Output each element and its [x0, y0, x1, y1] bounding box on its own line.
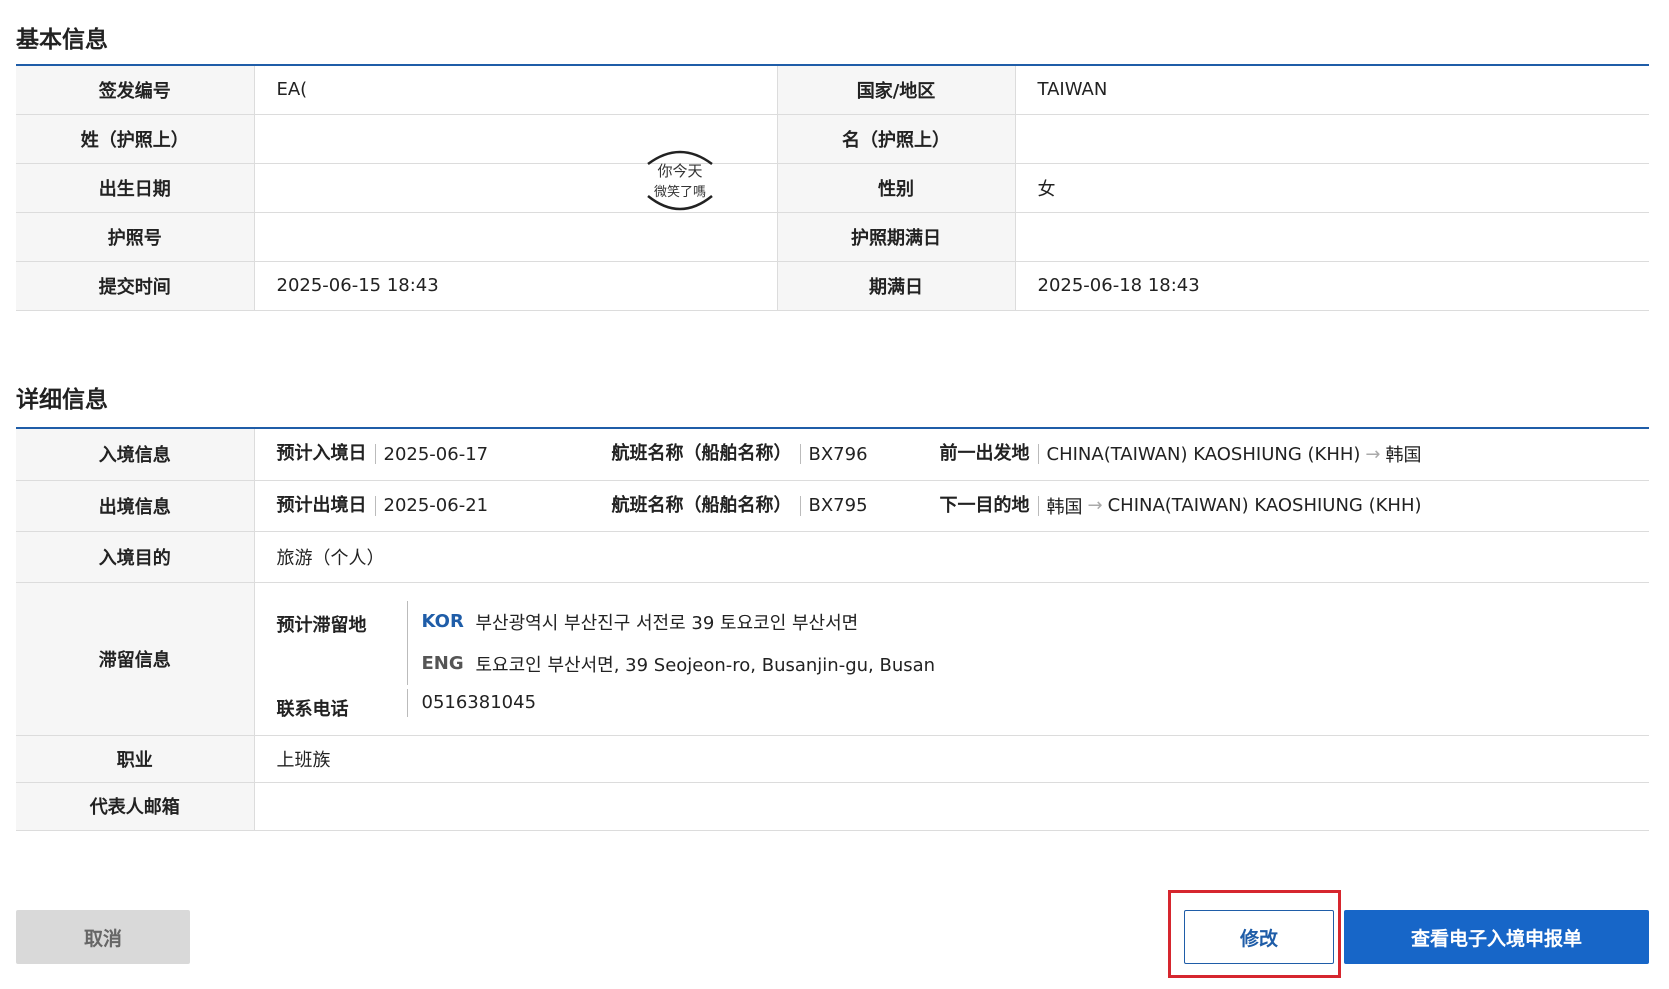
field-value — [1014, 114, 1649, 164]
cancel-button[interactable]: 取消 — [16, 910, 190, 964]
stay-place-key: 预计滞留地 — [276, 614, 367, 636]
stay-info-row: 滞留信息 预计滞留地 KOR 부산광역시 부산진구 서전로 39 토요코인 부산… — [16, 582, 1649, 736]
arrow-right-icon: → — [1087, 495, 1103, 516]
field-value — [253, 163, 777, 213]
exit-route-key: 下一目的地 — [940, 495, 1039, 516]
basic-info-table: 签发编号 EA(国家/地区 TAIWAN 姓（护照上） 名（护照上） 出生日期 性别女护照号… — [16, 64, 1649, 311]
phone-value: 0516381045 — [406, 688, 536, 717]
stay-info-label: 滞留信息 — [16, 582, 254, 736]
entry-route-from: CHINA(TAIWAN) KAOSHIUNG (KHH) — [1046, 443, 1361, 465]
arrow-right-icon: → — [1365, 443, 1381, 465]
exit-date-key: 预计出境日 — [277, 495, 376, 516]
field-label: 国家/地区 — [776, 65, 1015, 115]
job-label: 职业 — [16, 735, 254, 783]
field-value: 女 — [1014, 163, 1649, 213]
exit-route-to: CHINA(TAIWAN) KAOSHIUNG (KHH) — [1107, 495, 1422, 516]
detail-info-title: 详细信息 — [16, 387, 108, 413]
purpose-value: 旅游（个人） — [253, 531, 1649, 583]
basic-info-row: 签发编号 EA(国家/地区 TAIWAN — [16, 65, 1649, 115]
exit-info-label: 出境信息 — [16, 480, 254, 532]
exit-info-row: 出境信息 预计出境日 2025-06-21 航班名称（船舶名称） BX795 下… — [16, 480, 1649, 532]
field-label: 护照期满日 — [776, 212, 1015, 262]
field-label: 提交时间 — [16, 261, 254, 311]
job-row: 职业 上班族 — [16, 735, 1649, 783]
entry-date-key: 预计入境日 — [277, 444, 376, 465]
phone-key: 联系电话 — [276, 698, 349, 720]
field-value: EA( — [253, 65, 777, 115]
basic-info-row: 姓（护照上） 名（护照上） — [16, 114, 1649, 164]
field-value — [253, 212, 777, 262]
field-value — [253, 114, 777, 164]
exit-flight-key: 航班名称（船舶名称） — [612, 495, 801, 516]
field-value: 2025-06-15 18:43 — [253, 261, 777, 311]
field-value: 2025-06-18 18:43 — [1014, 261, 1649, 311]
entry-date-value: 2025-06-17 — [383, 443, 489, 465]
field-label: 性别 — [776, 163, 1015, 213]
view-e-arrival-card-button[interactable]: 查看电子入境申报单 — [1344, 910, 1649, 964]
entry-info-label: 入境信息 — [16, 428, 254, 481]
eng-address: 토요코인 부산서면, 39 Seojeon-ro, Busanjin-gu, B… — [475, 654, 936, 676]
exit-date-value: 2025-06-21 — [383, 495, 489, 516]
basic-info-row: 出生日期 性别女 — [16, 163, 1649, 213]
kor-address: 부산광역시 부산진구 서전로 39 토요코인 부산서면 — [475, 612, 859, 634]
exit-flight-value: BX795 — [808, 495, 868, 516]
field-label: 姓（护照上） — [16, 114, 254, 164]
email-label: 代表人邮箱 — [16, 782, 254, 831]
modify-button[interactable]: 修改 — [1184, 910, 1334, 964]
basic-info-title: 基本信息 — [16, 27, 108, 53]
entry-flight-key: 航班名称（船舶名称） — [612, 444, 801, 465]
entry-info-row: 入境信息 预计入境日 2025-06-17 航班名称（船舶名称） BX796 前… — [16, 428, 1649, 481]
kor-tag: KOR — [421, 611, 464, 632]
entry-route-to: 韩国 — [1385, 445, 1422, 467]
purpose-label: 入境目的 — [16, 531, 254, 583]
field-value: TAIWAN — [1014, 65, 1649, 115]
purpose-row: 入境目的 旅游（个人） — [16, 531, 1649, 583]
basic-info-row: 护照号 护照期满日 — [16, 212, 1649, 262]
entry-flight-value: BX796 — [808, 443, 868, 465]
field-label: 签发编号 — [16, 65, 254, 115]
basic-info-row: 提交时间 2025-06-15 18:43 期满日 2025-06-18 18:43 — [16, 261, 1649, 311]
field-value — [1014, 212, 1649, 262]
field-label: 护照号 — [16, 212, 254, 262]
field-label: 名（护照上） — [776, 114, 1015, 164]
field-label: 出生日期 — [16, 163, 254, 213]
email-row: 代表人邮箱 — [16, 782, 1649, 831]
exit-route-from: 韩国 — [1046, 496, 1083, 518]
eng-tag: ENG — [421, 653, 464, 674]
field-label: 期满日 — [776, 261, 1015, 311]
entry-route-key: 前一出发地 — [940, 444, 1039, 465]
email-value — [253, 782, 1649, 831]
detail-info-table: 入境信息 预计入境日 2025-06-17 航班名称（船舶名称） BX796 前… — [16, 427, 1649, 831]
job-value: 上班族 — [253, 735, 1649, 783]
